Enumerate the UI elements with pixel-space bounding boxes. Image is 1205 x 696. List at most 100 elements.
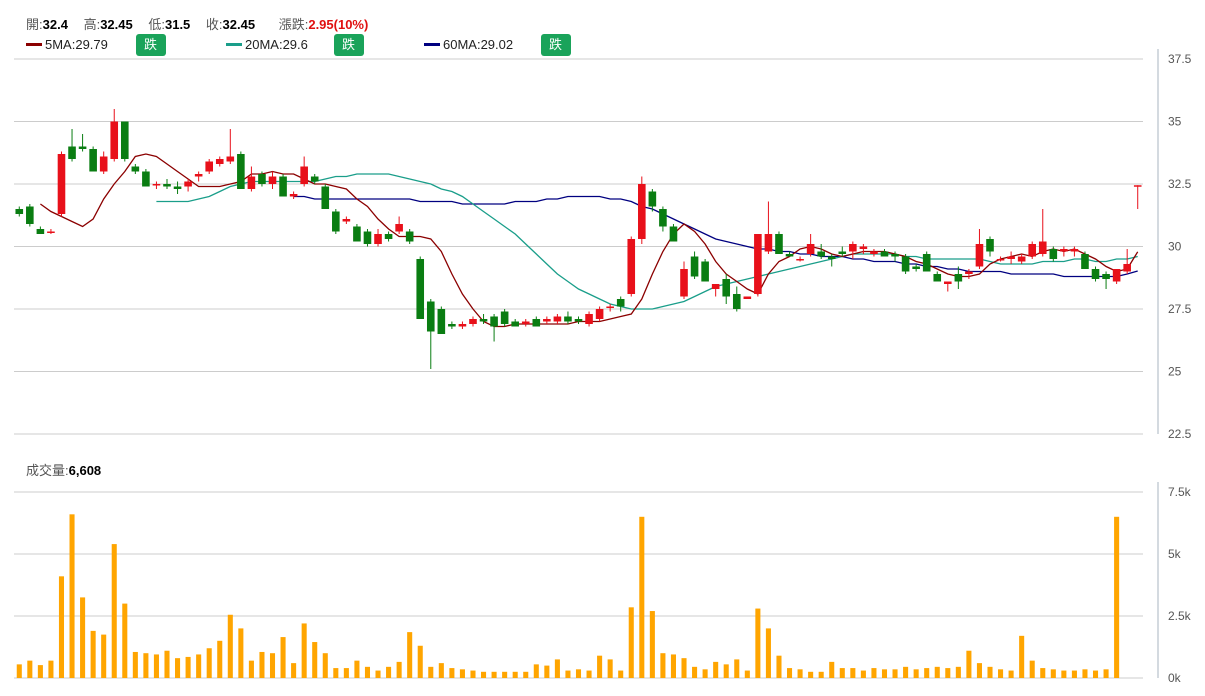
- candle: [215, 156, 224, 167]
- candle-body: [732, 294, 741, 309]
- volume-bar: [702, 669, 708, 678]
- stock-chart[interactable]: 37.5 35 32.5 30 27.5 25 22.5 7.5k 5k 2.5k 0k: [0, 0, 1205, 696]
- volume-bar: [58, 576, 65, 678]
- ma-lines: [40, 153, 1139, 328]
- candle: [711, 284, 720, 297]
- candle: [332, 209, 340, 234]
- volume-bar: [1029, 660, 1035, 678]
- candle-body: [353, 226, 361, 242]
- candle-body: [500, 311, 509, 324]
- candle: [89, 146, 97, 172]
- candle-body: [258, 174, 266, 184]
- candle-body: [15, 209, 24, 214]
- volume-bar: [470, 670, 476, 678]
- volume-bar: [459, 669, 465, 678]
- candle-body: [817, 251, 825, 257]
- candle-body: [279, 176, 287, 197]
- volume-bar: [818, 671, 824, 678]
- volume-bar: [90, 630, 96, 678]
- candle-body: [933, 274, 942, 282]
- volume-bar: [143, 653, 149, 678]
- candle: [1038, 209, 1047, 257]
- candle: [638, 176, 646, 244]
- candle-body: [796, 259, 804, 261]
- volume-bar: [829, 661, 835, 678]
- candle: [374, 229, 382, 247]
- volume-bar: [69, 514, 75, 678]
- candle-body: [975, 244, 984, 267]
- candle: [458, 321, 467, 329]
- candle: [849, 241, 857, 259]
- candle: [1017, 254, 1026, 264]
- volume-bar: [322, 653, 328, 678]
- volume-bar: [512, 671, 518, 678]
- volume-bar: [744, 670, 750, 678]
- candle-body: [891, 254, 899, 257]
- candle-body: [1112, 269, 1121, 282]
- candle-body: [469, 319, 477, 324]
- volume-bar: [481, 671, 487, 678]
- volume-bar: [1092, 670, 1099, 678]
- candle-body: [405, 231, 414, 242]
- candle: [279, 174, 287, 197]
- candle-body: [163, 184, 171, 187]
- candle: [448, 321, 456, 329]
- volume-bar: [396, 661, 402, 678]
- volume-bar: [924, 668, 930, 678]
- candle-body: [701, 261, 709, 282]
- candle-body: [1091, 269, 1100, 279]
- candle-body: [986, 239, 994, 252]
- candle: [68, 129, 76, 162]
- volume-bar: [1114, 516, 1120, 678]
- volume-bar: [101, 634, 107, 678]
- candle: [342, 216, 351, 224]
- candle-body: [437, 309, 446, 334]
- candle: [669, 224, 678, 242]
- volume-bar: [681, 658, 687, 678]
- candle-body: [321, 186, 330, 209]
- candle-body: [680, 269, 688, 297]
- candle: [1133, 185, 1142, 209]
- volume-bar: [132, 651, 138, 678]
- candle: [838, 246, 847, 257]
- volume-bar: [27, 660, 33, 678]
- volume-bar: [343, 668, 349, 678]
- candle: [680, 261, 688, 299]
- volume-bar: [238, 628, 244, 678]
- candle: [944, 281, 952, 292]
- volume-bar: [934, 666, 940, 678]
- candle-body: [342, 219, 351, 222]
- volume-bar: [765, 628, 771, 678]
- volume-bar: [628, 607, 634, 678]
- candle: [321, 184, 330, 209]
- volume-bar: [618, 670, 624, 678]
- candle-body: [384, 234, 393, 239]
- candle: [205, 159, 213, 174]
- candle: [120, 121, 129, 162]
- volume-bar: [375, 670, 381, 678]
- volume-bar: [976, 663, 982, 678]
- volume-bar: [206, 648, 212, 678]
- price-tick-label: 32.5: [1168, 177, 1192, 191]
- candle: [1060, 246, 1068, 257]
- volume-bar: [196, 654, 202, 678]
- volume-bar: [670, 654, 676, 678]
- candle: [975, 229, 984, 269]
- volume-bar: [111, 544, 117, 678]
- volume-bar: [903, 666, 909, 678]
- candle: [564, 311, 572, 324]
- candle-body: [152, 184, 161, 186]
- volume-bar: [280, 637, 286, 678]
- candle-body: [1007, 256, 1015, 259]
- volume-bar: [312, 642, 318, 678]
- volume-bar: [881, 669, 888, 678]
- candle-body: [247, 176, 256, 189]
- candle-body: [68, 146, 76, 159]
- candle-body: [606, 306, 614, 308]
- candle-body: [300, 166, 308, 184]
- candle: [268, 171, 277, 189]
- volume-bar: [713, 661, 719, 678]
- candle: [543, 316, 551, 324]
- candle-body: [532, 319, 541, 327]
- price-tick-label: 27.5: [1168, 302, 1192, 316]
